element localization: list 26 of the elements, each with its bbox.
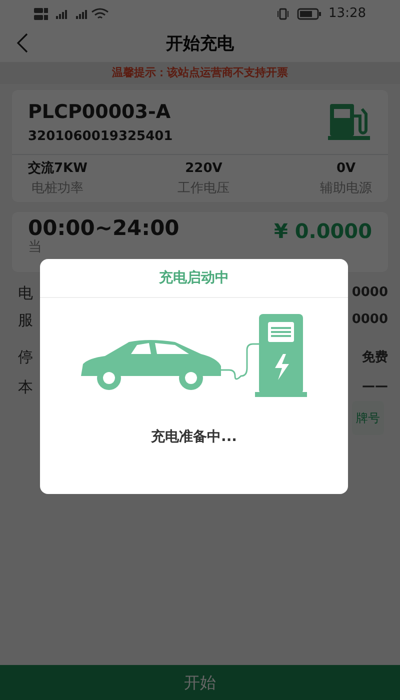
fee-label: 电 [18,282,33,304]
back-icon[interactable] [16,33,28,53]
time-period: 00:00~24:00 [28,216,180,240]
spec-value: 220V [184,160,224,178]
dialog-message: 充电准备中... [151,429,237,445]
fee-value: 0000 [352,311,388,330]
fee-label: 停 [18,347,33,368]
spec-value: 交流7KW [28,160,88,178]
vibrate-icon [276,8,289,20]
fee-label: 服 [18,310,33,331]
fee-value: 免费 [362,348,388,367]
battery-icon [296,8,321,20]
start-button[interactable]: 开始 [0,665,400,700]
dialog-title: 充电启动中 [159,268,229,288]
fuel-pump-icon [328,104,372,140]
plate-button[interactable]: 牌号 [352,400,384,435]
fee-value: 0000 [352,284,388,302]
page-title: 开始充电 [166,34,234,55]
charger-code: PLCP00003-A [28,100,172,125]
spec-value: 0V [335,160,357,178]
fee-label: 本 [18,376,33,398]
status-time: 13:28 [328,4,366,23]
price: ¥ 0.0000 [274,220,372,242]
notice-text: 温馨提示：该站点运营商不支持开票 [112,64,288,81]
fee-value: —— [362,378,388,396]
charger-serial: 3201060019325401 [28,128,173,146]
